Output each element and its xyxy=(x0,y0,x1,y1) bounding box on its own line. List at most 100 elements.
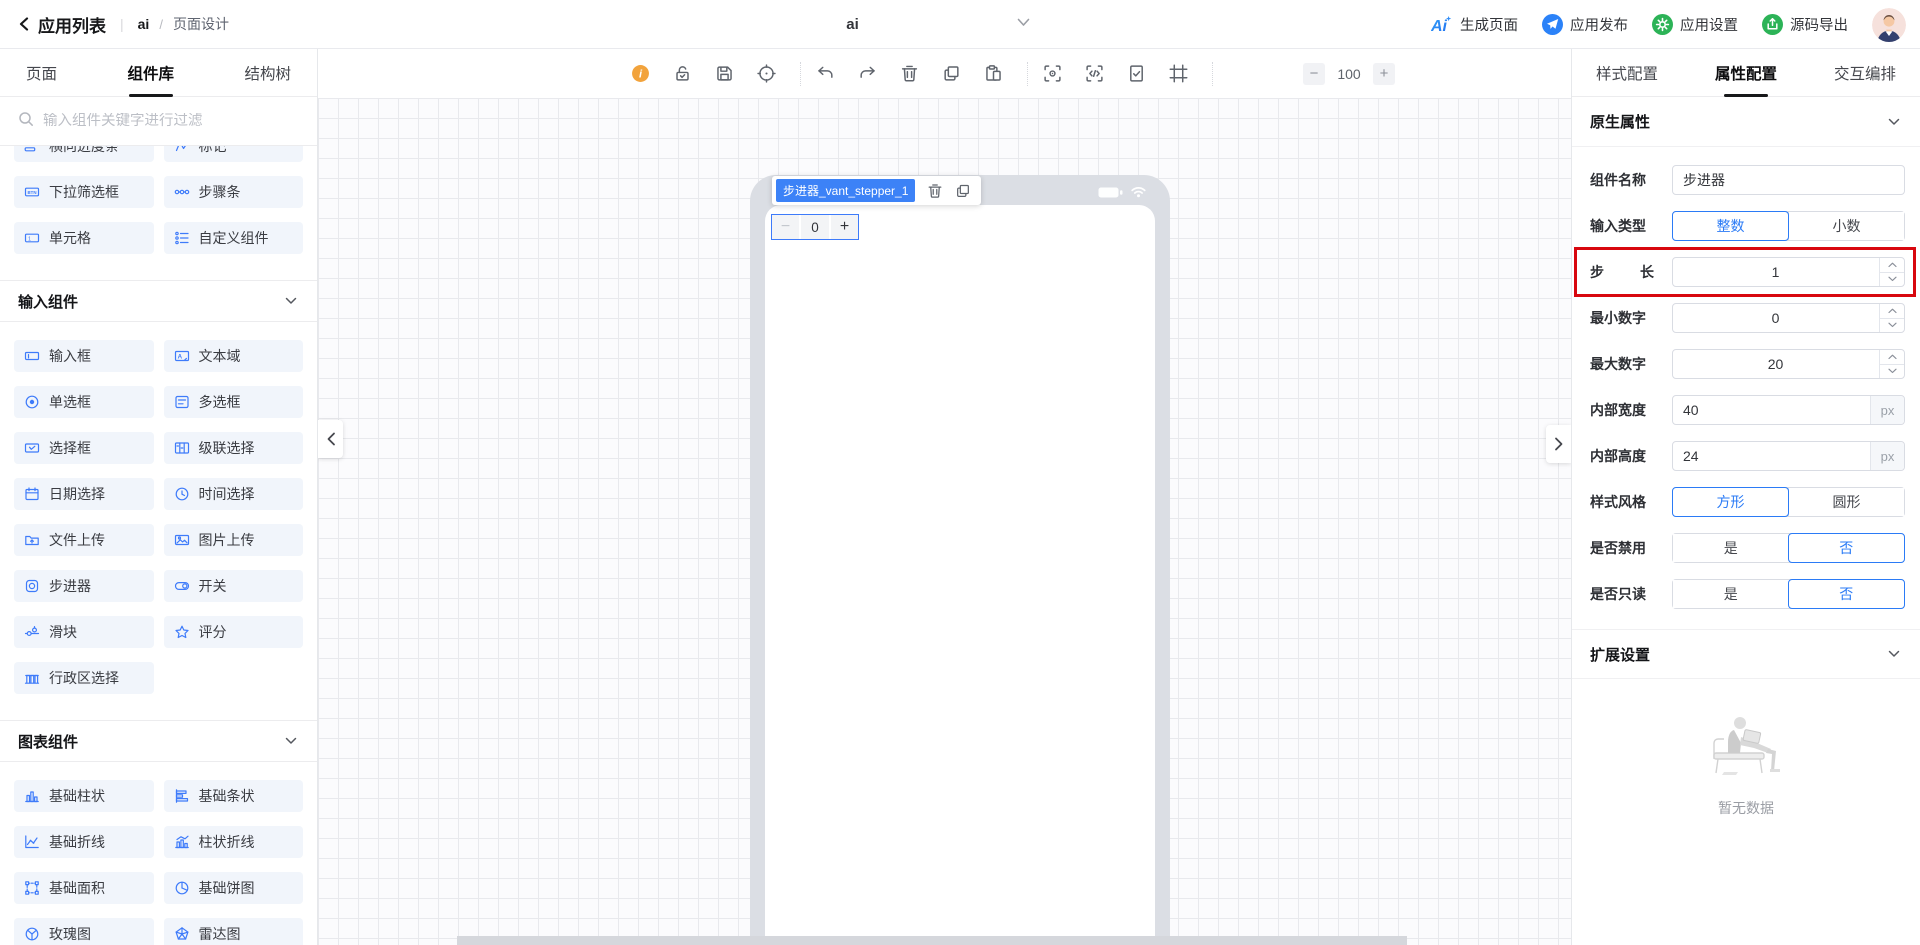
inner-width-input[interactable]: 40 px xyxy=(1672,395,1905,425)
stepper-decrease-button[interactable]: − xyxy=(772,215,799,239)
component-item-slider[interactable]: 滑块 xyxy=(14,616,154,648)
horizontal-scrollbar[interactable] xyxy=(457,936,1407,945)
copy-component-icon[interactable] xyxy=(955,183,971,199)
component-item-rating[interactable]: 评分 xyxy=(163,616,303,648)
unlock-icon-button[interactable] xyxy=(672,64,692,84)
zoom-out-button[interactable]: − xyxy=(1303,62,1325,85)
is-readonly-option-1[interactable]: 是 xyxy=(1673,580,1789,608)
style-shape-option-1[interactable]: 方形 xyxy=(1672,487,1789,517)
component-item-progress[interactable]: 横向进度条 xyxy=(14,146,154,162)
top-bar: 应用列表 | ai / 页面设计 ai Ai 生成页面 应用发布 应用设置 源码导出 xyxy=(0,0,1920,49)
search-input[interactable] xyxy=(43,113,299,129)
generate-page-button[interactable]: Ai 生成页面 xyxy=(1431,14,1518,35)
spinner-down-button[interactable] xyxy=(1880,318,1904,332)
component-item-hbar-chart[interactable]: 基础条状 xyxy=(163,780,303,812)
spinner-up-button[interactable] xyxy=(1880,350,1904,365)
page-select-dropdown[interactable]: ai xyxy=(665,0,1040,49)
component-item-stepper[interactable]: 步进器 xyxy=(14,570,154,602)
is-disabled-option-1[interactable]: 是 xyxy=(1673,534,1789,562)
save-icon-button[interactable] xyxy=(714,64,734,84)
component-item-line-chart[interactable]: 基础折线 xyxy=(14,826,154,858)
component-item-steps[interactable]: 步骤条 xyxy=(163,176,303,208)
user-avatar[interactable] xyxy=(1872,7,1906,42)
is-disabled-option-2[interactable]: 否 xyxy=(1787,533,1905,563)
selected-stepper-component[interactable]: − 0 + xyxy=(771,214,859,240)
zoom-in-button[interactable]: + xyxy=(1373,62,1395,85)
native-props-section-header[interactable]: 原生属性 xyxy=(1572,97,1920,147)
doc-check-icon-button[interactable] xyxy=(1126,64,1146,84)
redo-icon-button[interactable] xyxy=(857,64,877,84)
design-canvas[interactable]: i − 100 + − 0 + 步进器_vant_stepper_1 xyxy=(318,49,1571,945)
min-number-number-input[interactable]: 0 xyxy=(1672,303,1905,333)
input-type-option-1[interactable]: 整数 xyxy=(1672,211,1789,241)
back-to-app-list[interactable]: 应用列表 xyxy=(18,12,106,37)
component-item-rose-chart[interactable]: 玫瑰图 xyxy=(14,918,154,945)
component-item-dropdown-filter[interactable]: BTN 下拉筛选框 xyxy=(14,176,154,208)
app-publish-button[interactable]: 应用发布 xyxy=(1542,14,1628,35)
component-item-time[interactable]: 时间选择 xyxy=(163,478,303,510)
is-readonly-option-2[interactable]: 否 xyxy=(1787,579,1905,609)
undo-icon-button[interactable] xyxy=(815,64,835,84)
component-group-header[interactable]: 图表组件 xyxy=(0,720,317,762)
frame-icon-button[interactable] xyxy=(1168,64,1188,84)
sidebar-tab-2[interactable]: 组件库 xyxy=(127,49,174,97)
component-item-bar-chart[interactable]: 基础柱状 xyxy=(14,780,154,812)
select-icon xyxy=(24,440,40,456)
component-item-file-upload[interactable]: 文件上传 xyxy=(14,524,154,556)
copy-icon-button[interactable] xyxy=(941,64,961,84)
delete-icon-button[interactable] xyxy=(899,64,919,84)
app-settings-button[interactable]: 应用设置 xyxy=(1652,14,1738,35)
component-item-pie-chart[interactable]: 基础饼图 xyxy=(163,872,303,904)
breadcrumb-app[interactable]: ai xyxy=(138,16,150,32)
extend-settings-section-header[interactable]: 扩展设置 xyxy=(1572,629,1920,679)
info-icon-button[interactable]: i xyxy=(630,64,650,84)
component-item-image-upload[interactable]: 图片上传 xyxy=(163,524,303,556)
component-item-input[interactable]: 输入框 xyxy=(14,340,154,372)
paste-icon-button[interactable] xyxy=(983,64,1003,84)
max-number-number-input[interactable]: 20 xyxy=(1672,349,1905,379)
component-item-checkbox[interactable]: 多选框 xyxy=(163,386,303,418)
input-type-option-2[interactable]: 小数 xyxy=(1788,212,1904,240)
component-item-tag[interactable]: 标记 xyxy=(163,146,303,162)
inspector-tab-2[interactable]: 属性配置 xyxy=(1715,49,1777,97)
sidebar-tab-3[interactable]: 结构树 xyxy=(244,49,291,97)
rating-icon xyxy=(174,624,190,640)
spinner-up-button[interactable] xyxy=(1880,258,1904,273)
sidebar-tab-1[interactable]: 页面 xyxy=(26,49,57,97)
component-item-district[interactable]: 行政区选择 xyxy=(14,662,154,694)
component-item-cascade[interactable]: 级联选择 xyxy=(163,432,303,464)
component-name-input[interactable]: 步进器 xyxy=(1672,165,1905,195)
code-export-button[interactable]: 源码导出 xyxy=(1762,14,1848,35)
rose-chart-icon xyxy=(24,926,40,942)
component-item-cell[interactable]: 1 单元格 xyxy=(14,222,154,254)
inspector-tab-1[interactable]: 样式配置 xyxy=(1596,49,1658,97)
spinner-down-button[interactable] xyxy=(1880,272,1904,286)
component-group-header[interactable]: 输入组件 xyxy=(0,280,317,322)
component-item-textarea[interactable]: A 文本域 xyxy=(163,340,303,372)
component-item-barline-chart[interactable]: 柱状折线 xyxy=(163,826,303,858)
stepper-increase-button[interactable]: + xyxy=(831,215,858,239)
collapse-left-panel-button[interactable] xyxy=(318,420,343,458)
spinner-up-button[interactable] xyxy=(1880,304,1904,319)
style-shape-option-2[interactable]: 圆形 xyxy=(1788,488,1904,516)
section-title: 原生属性 xyxy=(1590,114,1651,131)
component-item-select[interactable]: 选择框 xyxy=(14,432,154,464)
step-length-number-input[interactable]: 1 xyxy=(1672,257,1905,287)
target-icon-button[interactable] xyxy=(756,64,776,84)
collapse-right-panel-button[interactable] xyxy=(1546,425,1571,463)
inner-height-input[interactable]: 24 px xyxy=(1672,441,1905,471)
delete-component-icon[interactable] xyxy=(927,183,943,199)
component-item-date[interactable]: 日期选择 xyxy=(14,478,154,510)
component-item-radar-chart[interactable]: 雷达图 xyxy=(163,918,303,945)
code-icon-button[interactable] xyxy=(1084,64,1104,84)
phone-screen[interactable]: − 0 + xyxy=(765,205,1155,945)
component-item-radio[interactable]: 单选框 xyxy=(14,386,154,418)
component-item-area-chart[interactable]: 基础面积 xyxy=(14,872,154,904)
battery-icon xyxy=(1098,185,1123,203)
spinner-down-button[interactable] xyxy=(1880,364,1904,378)
inspector-tab-3[interactable]: 交互编排 xyxy=(1834,49,1896,97)
preview-icon-button[interactable] xyxy=(1042,64,1062,84)
selected-component-label: 步进器_vant_stepper_1 xyxy=(776,179,916,202)
component-item-custom[interactable]: 自定义组件 xyxy=(163,222,303,254)
component-item-switch[interactable]: 开关 xyxy=(163,570,303,602)
